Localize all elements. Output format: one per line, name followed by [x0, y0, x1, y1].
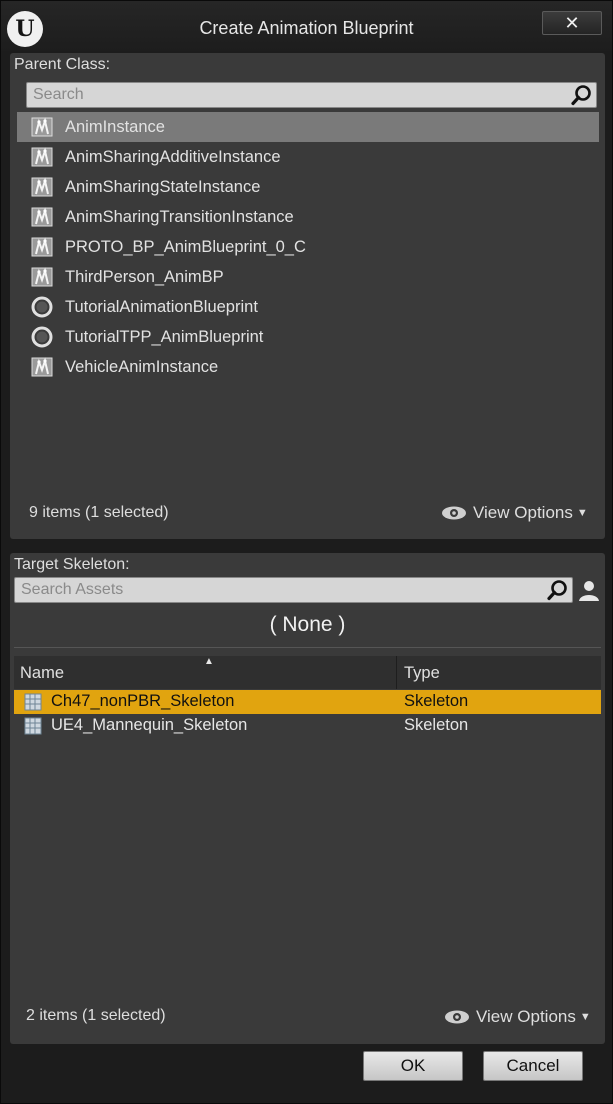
class-list-item-label: AnimSharingStateInstance	[65, 178, 261, 196]
skeleton-asset-icon	[24, 693, 42, 711]
divider	[14, 647, 601, 648]
sort-ascending-icon: ▲	[204, 656, 214, 667]
asset-table-row[interactable]: UE4_Mannequin_Skeleton Skeleton	[14, 714, 601, 738]
asset-type: Skeleton	[404, 692, 469, 710]
user-filter-icon[interactable]	[576, 577, 602, 603]
column-divider[interactable]	[396, 656, 397, 689]
eye-icon	[442, 506, 466, 520]
anim-class-icon	[31, 237, 53, 257]
asset-type: Skeleton	[404, 716, 469, 734]
cancel-button[interactable]: Cancel	[483, 1051, 583, 1081]
class-list-item[interactable]: TutorialAnimationBlueprint	[17, 292, 599, 322]
parent-class-view-options[interactable]: View Options ▼	[441, 503, 588, 523]
ok-button[interactable]: OK	[363, 1051, 463, 1081]
anim-class-icon	[31, 357, 53, 377]
class-list-item-label: PROTO_BP_AnimBlueprint_0_C	[65, 238, 306, 256]
asset-table-header: ▲ Name Type	[14, 656, 601, 689]
target-skeleton-panel: Target Skeleton: ( None ) ▲ Name Type Ch…	[10, 553, 605, 1044]
column-header-type[interactable]: Type	[404, 664, 440, 683]
target-skeleton-label: Target Skeleton:	[14, 556, 130, 573]
class-list-item[interactable]: AnimInstance	[17, 112, 599, 142]
class-list-item[interactable]: TutorialTPP_AnimBlueprint	[17, 322, 599, 352]
chevron-down-icon: ▼	[576, 507, 588, 519]
parent-class-search-input[interactable]	[33, 85, 553, 105]
eye-icon	[445, 1010, 469, 1024]
class-list-item-label: AnimInstance	[65, 118, 165, 136]
skeleton-view-options[interactable]: View Options ▼	[444, 1007, 591, 1027]
view-options-label: View Options	[476, 1007, 576, 1026]
class-list-item-label: AnimSharingTransitionInstance	[65, 208, 294, 226]
parent-class-list: AnimInstance AnimSharingAdditiveInstance A…	[17, 112, 599, 382]
title-bar: U Create Animation Blueprint ✕	[1, 1, 612, 51]
create-animation-blueprint-dialog: U Create Animation Blueprint ✕ Parent Cl…	[0, 0, 613, 1104]
window-title: Create Animation Blueprint	[199, 18, 414, 38]
class-list-item[interactable]: ThirdPerson_AnimBP	[17, 262, 599, 292]
skeleton-asset-icon	[24, 717, 42, 735]
parent-class-count: 9 items (1 selected)	[29, 504, 169, 521]
search-icon[interactable]	[571, 84, 593, 106]
class-list-item[interactable]: AnimSharingTransitionInstance	[17, 202, 599, 232]
column-header-name[interactable]: Name	[20, 664, 64, 683]
class-list-item-label: TutorialTPP_AnimBlueprint	[65, 328, 264, 346]
anim-class-icon	[31, 207, 53, 227]
parent-class-label: Parent Class:	[14, 56, 111, 73]
class-list-item-label: ThirdPerson_AnimBP	[65, 268, 224, 286]
class-list-item[interactable]: AnimSharingStateInstance	[17, 172, 599, 202]
class-list-item[interactable]: VehicleAnimInstance	[17, 352, 599, 382]
asset-search-box	[14, 577, 573, 603]
parent-class-panel: Parent Class: AnimInstance AnimSharingAdd…	[10, 53, 605, 539]
skeleton-count: 2 items (1 selected)	[26, 1007, 166, 1024]
anim-class-icon	[31, 147, 53, 167]
circle-class-icon	[31, 326, 53, 348]
search-icon[interactable]	[547, 579, 569, 601]
circle-class-icon	[31, 296, 53, 318]
asset-search-input[interactable]	[21, 580, 541, 600]
class-list-item-label: TutorialAnimationBlueprint	[65, 298, 258, 316]
class-list-item-label: VehicleAnimInstance	[65, 358, 219, 376]
asset-name: UE4_Mannequin_Skeleton	[51, 716, 248, 734]
close-button[interactable]: ✕	[542, 11, 602, 35]
class-list-item-label: AnimSharingAdditiveInstance	[65, 148, 281, 166]
parent-class-search-box	[26, 82, 597, 108]
selected-skeleton-none: ( None )	[269, 613, 346, 636]
anim-class-icon	[31, 267, 53, 287]
asset-table-row[interactable]: Ch47_nonPBR_Skeleton Skeleton	[14, 690, 601, 714]
asset-name: Ch47_nonPBR_Skeleton	[51, 692, 235, 710]
chevron-down-icon: ▼	[579, 1011, 591, 1023]
class-list-item[interactable]: AnimSharingAdditiveInstance	[17, 142, 599, 172]
class-list-item[interactable]: PROTO_BP_AnimBlueprint_0_C	[17, 232, 599, 262]
anim-class-icon	[31, 177, 53, 197]
view-options-label: View Options	[473, 503, 573, 522]
anim-class-icon	[31, 117, 53, 137]
